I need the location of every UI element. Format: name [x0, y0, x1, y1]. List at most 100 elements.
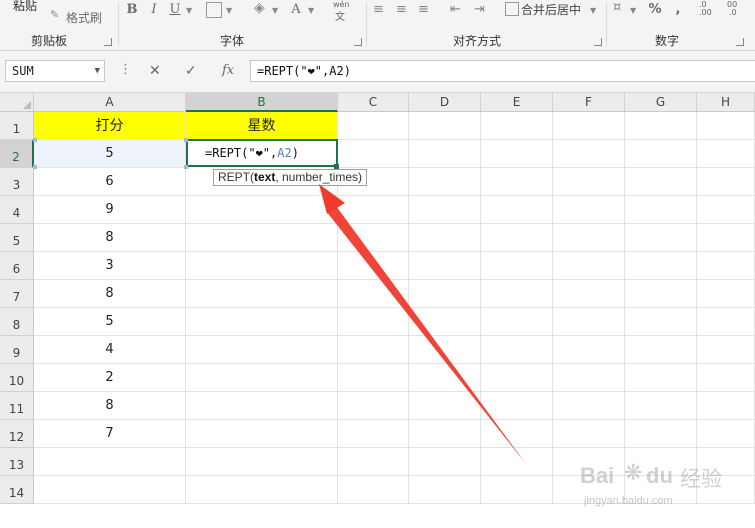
cell-h10[interactable] — [697, 364, 755, 392]
cell-h5[interactable] — [697, 224, 755, 252]
cell-g9[interactable] — [625, 336, 697, 364]
cell-e4[interactable] — [481, 196, 553, 224]
cell-b10[interactable] — [186, 364, 338, 392]
cancel-icon[interactable]: ✕ — [149, 63, 161, 79]
cell-f5[interactable] — [553, 224, 625, 252]
cell-b7[interactable] — [186, 280, 338, 308]
percent-button[interactable]: % — [647, 1, 663, 19]
name-box[interactable]: SUM ▼ — [5, 60, 105, 82]
cell-h8[interactable] — [697, 308, 755, 336]
cell-f3[interactable] — [553, 168, 625, 196]
cell-d1[interactable] — [409, 112, 481, 140]
cell-h11[interactable] — [697, 392, 755, 420]
row-header-7[interactable]: 7 — [0, 280, 34, 308]
cell-e1[interactable] — [481, 112, 553, 140]
merge-center-button[interactable]: 合并后居中 — [521, 1, 581, 18]
cell-a5[interactable]: 8 — [34, 224, 186, 252]
row-header-13[interactable]: 13 — [0, 448, 34, 476]
border-dropdown-icon[interactable]: ▼ — [226, 6, 232, 15]
cell-e2[interactable] — [481, 140, 553, 168]
cell-h14[interactable] — [697, 476, 755, 504]
cell-c1[interactable] — [338, 112, 409, 140]
cell-a12[interactable]: 7 — [34, 420, 186, 448]
comma-button[interactable]: , — [673, 1, 683, 19]
cell-h1[interactable] — [697, 112, 755, 140]
cell-d12[interactable] — [409, 420, 481, 448]
font-launcher-icon[interactable] — [354, 38, 362, 46]
cell-a7[interactable]: 8 — [34, 280, 186, 308]
indent-icon[interactable]: ⇥ — [474, 2, 485, 17]
cell-g7[interactable] — [625, 280, 697, 308]
column-header-f[interactable]: F — [553, 93, 625, 112]
cell-c2[interactable] — [338, 140, 409, 168]
fill-color-dropdown-icon[interactable]: ▼ — [272, 6, 278, 15]
cell-d3[interactable] — [409, 168, 481, 196]
cell-f6[interactable] — [553, 252, 625, 280]
cell-a13[interactable] — [34, 448, 186, 476]
row-header-3[interactable]: 3 — [0, 168, 34, 196]
cell-g8[interactable] — [625, 308, 697, 336]
italic-button[interactable]: I — [147, 1, 161, 19]
cell-c13[interactable] — [338, 448, 409, 476]
cell-g6[interactable] — [625, 252, 697, 280]
column-header-b[interactable]: B — [186, 93, 338, 112]
cell-b12[interactable] — [186, 420, 338, 448]
cell-f12[interactable] — [553, 420, 625, 448]
cell-d5[interactable] — [409, 224, 481, 252]
cell-a8[interactable]: 5 — [34, 308, 186, 336]
cell-c14[interactable] — [338, 476, 409, 504]
row-header-10[interactable]: 10 — [0, 364, 34, 392]
cell-e5[interactable] — [481, 224, 553, 252]
align-left-icon[interactable]: ≡ — [373, 2, 384, 17]
more-options-icon[interactable]: ⋮ — [119, 62, 132, 77]
confirm-icon[interactable]: ✓ — [185, 63, 197, 79]
insert-function-icon[interactable]: fx — [222, 63, 234, 79]
cell-h7[interactable] — [697, 280, 755, 308]
cell-h6[interactable] — [697, 252, 755, 280]
cell-g13[interactable] — [625, 448, 697, 476]
cell-f1[interactable] — [553, 112, 625, 140]
font-color-dropdown-icon[interactable]: ▼ — [308, 6, 314, 15]
cell-g2[interactable] — [625, 140, 697, 168]
cell-c7[interactable] — [338, 280, 409, 308]
cell-g1[interactable] — [625, 112, 697, 140]
row-header-12[interactable]: 12 — [0, 420, 34, 448]
cell-g10[interactable] — [625, 364, 697, 392]
merge-center-icon[interactable] — [505, 2, 519, 16]
cell-d9[interactable] — [409, 336, 481, 364]
formula-input[interactable]: =REPT("❤",A2) — [250, 60, 755, 82]
cell-c9[interactable] — [338, 336, 409, 364]
cell-b6[interactable] — [186, 252, 338, 280]
cell-h12[interactable] — [697, 420, 755, 448]
column-header-a[interactable]: A — [34, 93, 186, 112]
cell-b8[interactable] — [186, 308, 338, 336]
cell-c11[interactable] — [338, 392, 409, 420]
cell-a10[interactable]: 2 — [34, 364, 186, 392]
merge-dropdown-icon[interactable]: ▼ — [590, 6, 596, 15]
cell-c6[interactable] — [338, 252, 409, 280]
cell-d10[interactable] — [409, 364, 481, 392]
column-header-h[interactable]: H — [697, 93, 755, 112]
clipboard-launcher-icon[interactable] — [104, 38, 112, 46]
cell-b1[interactable]: 星数 — [186, 112, 338, 140]
cell-f11[interactable] — [553, 392, 625, 420]
cell-g14[interactable] — [625, 476, 697, 504]
cell-b11[interactable] — [186, 392, 338, 420]
cell-h13[interactable] — [697, 448, 755, 476]
cell-a11[interactable]: 8 — [34, 392, 186, 420]
cell-f14[interactable] — [553, 476, 625, 504]
row-header-6[interactable]: 6 — [0, 252, 34, 280]
currency-dropdown-icon[interactable]: ▼ — [630, 6, 636, 15]
cell-e3[interactable] — [481, 168, 553, 196]
cell-e12[interactable] — [481, 420, 553, 448]
cell-e13[interactable] — [481, 448, 553, 476]
cell-e10[interactable] — [481, 364, 553, 392]
number-launcher-icon[interactable] — [736, 38, 744, 46]
cell-c8[interactable] — [338, 308, 409, 336]
row-header-8[interactable]: 8 — [0, 308, 34, 336]
cell-g4[interactable] — [625, 196, 697, 224]
cell-f8[interactable] — [553, 308, 625, 336]
align-center-icon[interactable]: ≡ — [396, 2, 407, 17]
row-header-2[interactable]: 2 — [0, 140, 34, 168]
alignment-launcher-icon[interactable] — [594, 38, 602, 46]
